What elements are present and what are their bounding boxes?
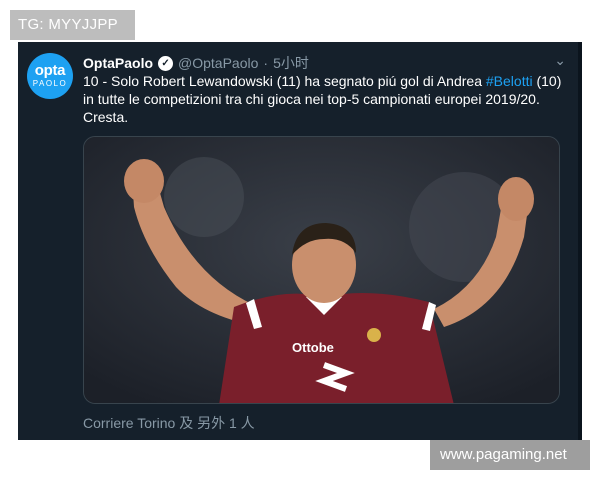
tweet-text-part1: 10 - Solo Robert Lewandowski (11) ha seg… (83, 73, 486, 89)
hashtag-link[interactable]: #Belotti (486, 73, 533, 89)
tweet-text: 10 - Solo Robert Lewandowski (11) ha seg… (83, 72, 563, 126)
author-name[interactable]: OptaPaolo (83, 55, 153, 71)
author-handle[interactable]: @OptaPaolo (178, 55, 258, 71)
watermark-bottom: www.pagaming.net (430, 440, 590, 470)
tweet-photo[interactable]: Ottobe (83, 136, 560, 404)
photo-tag-caption[interactable]: Corriere Torino 及 另外 1 人 (83, 413, 255, 433)
avatar[interactable]: opta PAOLO (27, 53, 73, 99)
separator-dot: · (263, 55, 269, 71)
player-photo: Ottobe (84, 137, 559, 403)
tweet-card[interactable]: opta PAOLO OptaPaolo ✓ @OptaPaolo · 5小时 … (18, 42, 582, 440)
tweet-header: OptaPaolo ✓ @OptaPaolo · 5小时 (83, 53, 309, 73)
jersey-sponsor-text: Ottobe (292, 340, 334, 355)
watermark-top: TG: MYYJJPP (10, 10, 135, 40)
avatar-logo-subtext: PAOLO (32, 78, 68, 88)
chevron-down-icon[interactable]: ⌄ (554, 52, 566, 69)
timeline-divider (578, 42, 582, 440)
verified-badge-icon: ✓ (158, 55, 174, 71)
tweet-timestamp[interactable]: 5小时 (273, 53, 309, 73)
avatar-logo-text: opta (34, 61, 66, 79)
